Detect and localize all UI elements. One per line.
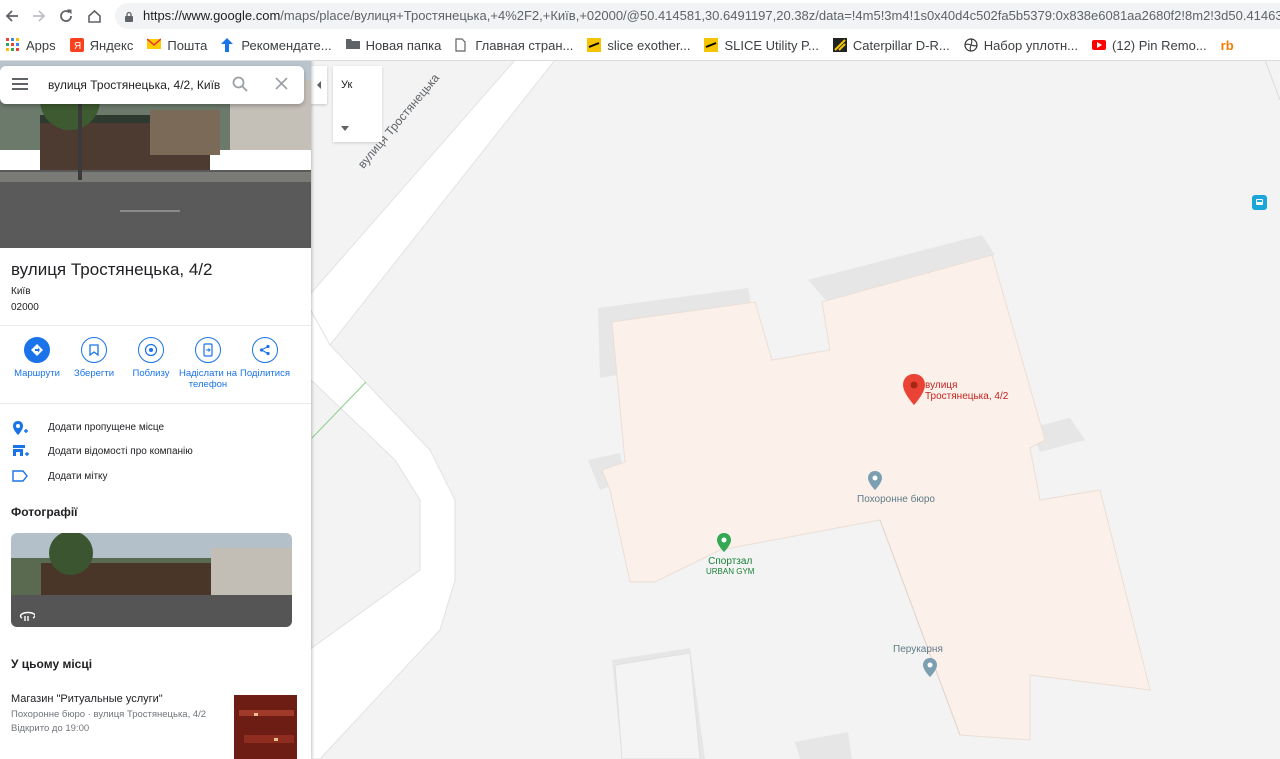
browser-chrome: https://www.google.com/maps/place/вулиця… bbox=[0, 0, 1280, 61]
bookmark-label: rb bbox=[1220, 37, 1234, 53]
chevron-down-icon[interactable] bbox=[341, 118, 349, 136]
add-missing-place-label: Додати пропущене місце bbox=[48, 422, 165, 433]
bookmark-caterpillar[interactable]: Caterpillar D-R... bbox=[832, 37, 950, 53]
poi-funeral-label[interactable]: Похоронне бюро bbox=[857, 494, 935, 505]
poi-hair-label[interactable]: Перукарня bbox=[893, 644, 943, 655]
bookmark-slice-utility[interactable]: SLICE Utility P... bbox=[704, 37, 819, 53]
bookmarks-bar: Apps Я Яндекс Пошта Рекомендате... Новая… bbox=[0, 32, 1280, 58]
add-missing-place-link[interactable]: Додати пропущене місце bbox=[0, 418, 311, 440]
add-business-label: Додати відомості про компанію bbox=[48, 446, 193, 457]
youtube-icon bbox=[1092, 38, 1107, 52]
share-button[interactable]: Поділитися bbox=[230, 337, 300, 379]
forward-arrow-icon[interactable] bbox=[28, 5, 50, 27]
add-label-label: Додати мітку bbox=[48, 471, 108, 482]
collapse-panel-button[interactable] bbox=[311, 66, 327, 104]
search-icon[interactable] bbox=[232, 76, 248, 97]
close-icon[interactable] bbox=[275, 77, 288, 95]
bookmark-youtube-pin[interactable]: (12) Pin Remo... bbox=[1092, 38, 1207, 53]
pin-label-line1: вулиця bbox=[925, 380, 958, 391]
url-text: https://www.google.com/maps/place/вулиця… bbox=[143, 8, 1280, 23]
bookmark-label: Рекомендате... bbox=[241, 37, 332, 53]
bookmark-rb[interactable]: rb bbox=[1221, 38, 1234, 53]
poi-gym-label[interactable]: Спортзал URBAN GYM bbox=[706, 556, 754, 576]
photo-thumbnail[interactable] bbox=[11, 533, 292, 627]
yandex-icon: Я bbox=[69, 38, 84, 52]
home-icon[interactable] bbox=[83, 5, 105, 27]
pin-label[interactable]: вулиця Тростянецька, 4/2 bbox=[925, 380, 1008, 402]
back-arrow-icon[interactable] bbox=[1, 5, 23, 27]
bookmark-main-page[interactable]: Главная стран... bbox=[455, 38, 573, 53]
place-title: вулиця Тростянецька, 4/2 bbox=[11, 260, 213, 279]
street-view-icon[interactable] bbox=[19, 609, 36, 627]
mail-icon bbox=[146, 38, 162, 52]
in-this-place-heading: У цьому місці bbox=[11, 657, 93, 671]
directions-icon bbox=[24, 337, 50, 363]
share-label: Поділитися bbox=[240, 368, 290, 379]
place-city: Київ bbox=[11, 286, 31, 297]
bookmark-yandex[interactable]: Я Яндекс bbox=[69, 37, 134, 53]
bookmark-label: Caterpillar D-R... bbox=[852, 37, 950, 53]
bookmark-seal-kit[interactable]: Набор уплотн... bbox=[964, 38, 1078, 53]
address-bar[interactable]: https://www.google.com/maps/place/вулиця… bbox=[115, 3, 1280, 29]
pin-label-line2: Тростянецька, 4/2 bbox=[925, 391, 1009, 402]
folder-icon bbox=[345, 38, 360, 52]
add-label-link[interactable]: Додати мітку bbox=[0, 467, 311, 489]
lock-icon[interactable] bbox=[124, 10, 134, 28]
nearby-place-photo[interactable] bbox=[234, 695, 297, 759]
search-box[interactable]: вулиця Тростянецька, 4/2, Київ, 02000 bbox=[0, 66, 304, 104]
place-zip: 02000 bbox=[11, 302, 39, 313]
url-host: https://www.google.com bbox=[143, 8, 281, 23]
photos-heading: Фотографії bbox=[11, 505, 78, 519]
layers-control[interactable]: Ук bbox=[333, 66, 382, 142]
bookmark-label: Пошта bbox=[167, 37, 208, 53]
poi-gym-sub: URBAN GYM bbox=[706, 567, 755, 576]
arrow-up-icon bbox=[221, 38, 235, 52]
label-icon bbox=[12, 469, 28, 487]
transit-stop-icon[interactable] bbox=[1252, 195, 1267, 210]
bookmark-apps[interactable]: Apps bbox=[6, 38, 56, 53]
bookmark-label: (12) Pin Remo... bbox=[1112, 37, 1207, 53]
bookmark-label: Яндекс bbox=[89, 37, 134, 53]
layer-label: Ук bbox=[341, 79, 353, 91]
bookmark-label: Apps bbox=[26, 37, 56, 53]
slice-icon bbox=[704, 38, 719, 52]
bookmark-label: slice exother... bbox=[607, 37, 691, 53]
add-place-icon bbox=[12, 420, 28, 441]
send-to-phone-icon bbox=[195, 337, 221, 363]
apps-grid-icon bbox=[6, 38, 20, 52]
share-icon bbox=[252, 337, 278, 363]
place-panel: вулиця Тростянецька, 4/2, Київ, 02000 ву… bbox=[0, 60, 311, 759]
divider bbox=[0, 403, 311, 404]
nearby-icon bbox=[138, 337, 164, 363]
action-bar: Маршрути Зберегти Поблизу Надіслати на т… bbox=[0, 337, 311, 397]
caterpillar-icon bbox=[832, 38, 847, 52]
bookmark-slice-exother[interactable]: slice exother... bbox=[587, 38, 690, 53]
slice-icon bbox=[587, 38, 602, 52]
bookmark-mail[interactable]: Пошта bbox=[146, 37, 208, 53]
poi-gym-name: Спортзал bbox=[708, 556, 753, 567]
search-input[interactable]: вулиця Тростянецька, 4/2, Київ, 02000 bbox=[48, 78, 220, 92]
chevron-left-icon bbox=[317, 81, 321, 89]
add-business-link[interactable]: Додати відомості про компанію bbox=[0, 442, 311, 464]
add-business-icon bbox=[12, 444, 30, 463]
divider bbox=[0, 325, 311, 326]
menu-icon[interactable] bbox=[12, 77, 28, 96]
url-path: /maps/place/вулиця+Тростянецька,+4%2F2,+… bbox=[280, 8, 1280, 23]
bookmark-label: Новая папка bbox=[365, 37, 442, 53]
bookmark-new-folder[interactable]: Новая папка bbox=[345, 37, 442, 53]
bookmark-recommended[interactable]: Рекомендате... bbox=[221, 37, 332, 53]
browser-nav-row: https://www.google.com/maps/place/вулиця… bbox=[0, 0, 1280, 32]
reload-icon[interactable] bbox=[55, 5, 77, 27]
bookmark-label: Главная стран... bbox=[475, 37, 574, 53]
bookmark-label: Набор уплотн... bbox=[983, 37, 1079, 53]
bookmark-icon bbox=[81, 337, 107, 363]
svg-text:Я: Я bbox=[74, 41, 81, 52]
spiral-icon bbox=[964, 38, 978, 52]
page-icon bbox=[455, 38, 469, 52]
bookmark-label: SLICE Utility P... bbox=[724, 37, 819, 53]
